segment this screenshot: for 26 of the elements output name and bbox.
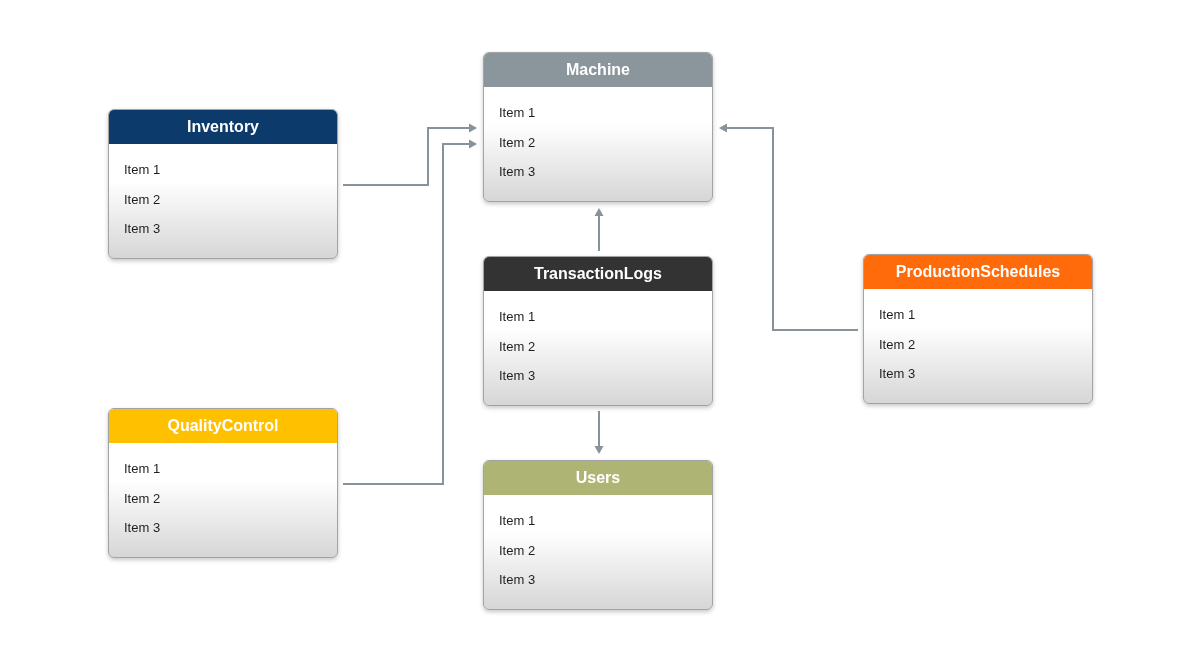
entity-field: Item 3 <box>879 364 916 384</box>
connector-arrow <box>594 410 604 454</box>
entity-field: Item 1 <box>124 459 161 479</box>
entity-title: Users <box>484 461 712 495</box>
entity-field: Item 2 <box>499 336 536 356</box>
entity-title: ProductionSchedules <box>864 255 1092 289</box>
connector-arrow <box>594 208 604 252</box>
entity-field: Item 1 <box>499 103 536 123</box>
entity-field: Item 2 <box>124 189 161 209</box>
entity-field: Item 1 <box>499 511 536 531</box>
entity-field: Item 3 <box>499 162 536 182</box>
entity-field: Item 3 <box>124 219 161 239</box>
entity-title: Machine <box>484 53 712 87</box>
entity-field: Item 1 <box>124 160 161 180</box>
entity-field: Item 2 <box>124 488 161 508</box>
entity-field: Item 2 <box>499 132 536 152</box>
entity-field: Item 1 <box>499 307 536 327</box>
entity-title: TransactionLogs <box>484 257 712 291</box>
entity-field: Item 3 <box>499 570 536 590</box>
entity-field: Item 3 <box>124 518 161 538</box>
entity-field: Item 2 <box>499 540 536 560</box>
entity-field: Item 1 <box>879 305 916 325</box>
entity-title: QualityControl <box>109 409 337 443</box>
entity-title: Inventory <box>109 110 337 144</box>
entity-field: Item 3 <box>499 366 536 386</box>
entity-field: Item 2 <box>879 334 916 354</box>
